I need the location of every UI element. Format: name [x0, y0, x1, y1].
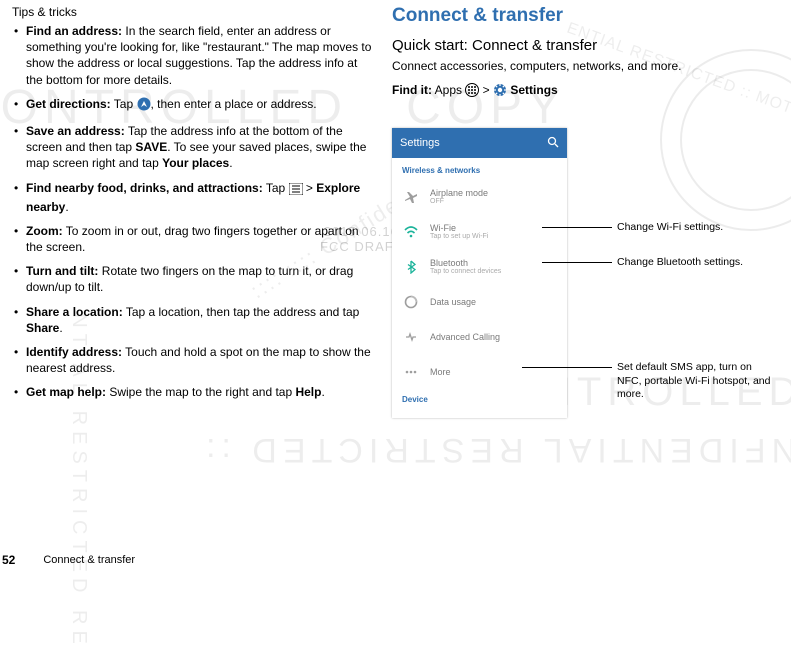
tip-bold: Help	[295, 385, 321, 399]
tip-text: Tap a location, then tap the address and…	[123, 305, 360, 319]
search-icon[interactable]	[547, 136, 559, 151]
list-item: Get directions: Tap , then enter a place…	[12, 96, 376, 115]
row-title: Data usage	[430, 297, 476, 307]
advanced-calling-icon	[402, 328, 420, 346]
row-sub: OFF	[430, 198, 488, 205]
tip-label: Identify address:	[26, 345, 122, 359]
menu-icon	[289, 183, 303, 199]
list-item: Find nearby food, drinks, and attraction…	[12, 180, 376, 215]
row-title: Bluetooth	[430, 258, 501, 268]
list-item: Identify address: Touch and hold a spot …	[12, 344, 376, 376]
tip-label: Find an address:	[26, 24, 122, 38]
tip-label: Share a location:	[26, 305, 123, 319]
page-subtitle: Quick start: Connect & transfer	[392, 37, 787, 54]
airplane-icon	[402, 188, 420, 206]
tip-label: Save an address:	[26, 124, 125, 138]
apps-icon	[465, 83, 479, 100]
list-item: Find an address: In the search field, en…	[12, 23, 376, 88]
tip-bold: Share	[26, 321, 59, 335]
row-sub: Tap to set up Wi-Fi	[430, 233, 488, 240]
callout-wifi: Change Wi-Fi settings.	[617, 221, 723, 235]
tip-text: To zoom in or out, drag two fingers toge…	[26, 224, 359, 254]
tips-list: Find an address: In the search field, en…	[12, 23, 376, 401]
page-footer: 52 Connect & transfer	[0, 553, 791, 567]
tip-bold: Your places	[162, 156, 229, 170]
phone-row-data[interactable]: Data usage	[392, 284, 567, 319]
directions-icon	[137, 97, 151, 115]
row-title: Wi-Fie	[430, 223, 488, 233]
phone-row-bluetooth[interactable]: BluetoothTap to connect devices	[392, 249, 567, 284]
row-title: Airplane mode	[430, 188, 488, 198]
bluetooth-icon	[402, 258, 420, 276]
callout-bluetooth: Change Bluetooth settings.	[617, 256, 743, 270]
list-item: Turn and tilt: Rotate two fingers on the…	[12, 263, 376, 295]
tip-label: Turn and tilt:	[26, 264, 98, 278]
tip-text: >	[303, 181, 317, 195]
tip-text: .	[321, 385, 324, 399]
list-item: Zoom: To zoom in or out, drag two finger…	[12, 223, 376, 255]
tip-text: .	[65, 200, 68, 214]
page-number: 52	[2, 553, 15, 567]
phone-mock: Settings Wireless & networks Airplane mo…	[392, 128, 567, 418]
find-it-line: Find it: Apps > Settings	[392, 83, 787, 100]
tip-label: Get map help:	[26, 385, 106, 399]
more-icon	[402, 363, 420, 381]
list-item: Save an address: Tap the address info at…	[12, 123, 376, 172]
list-item: Get map help: Swipe the map to the right…	[12, 384, 376, 400]
tip-bold: SAVE	[135, 140, 167, 154]
phone-row-wifi[interactable]: Wi-FieTap to set up Wi-Fi	[392, 214, 567, 249]
phone-device-head: Device	[392, 389, 567, 404]
find-it-text: Apps	[432, 83, 465, 97]
footer-section: Connect & transfer	[43, 554, 135, 566]
tip-text: Tap	[263, 181, 289, 195]
data-usage-icon	[402, 293, 420, 311]
find-it-arrow: >	[479, 83, 493, 97]
page-title: Connect & transfer	[392, 5, 787, 27]
tip-text: .	[229, 156, 232, 170]
phone-section-head: Wireless & networks	[392, 158, 567, 179]
row-sub: Tap to connect devices	[430, 268, 501, 275]
row-title: Advanced Calling	[430, 332, 500, 342]
tip-text: , then enter a place or address.	[151, 97, 317, 111]
phone-title: Settings	[400, 137, 440, 149]
tips-heading: Tips & tricks	[12, 5, 376, 19]
tip-label: Get directions:	[26, 97, 111, 111]
settings-icon	[493, 83, 507, 100]
tip-text: Swipe the map to the right and tap	[106, 385, 295, 399]
intro-text: Connect accessories, computers, networks…	[392, 58, 787, 75]
tip-text: Tap	[111, 97, 137, 111]
phone-row-advanced[interactable]: Advanced Calling	[392, 319, 567, 354]
wifi-icon	[402, 223, 420, 241]
phone-row-more[interactable]: More	[392, 354, 567, 389]
phone-row-airplane[interactable]: Airplane modeOFF	[392, 179, 567, 214]
callout-more: Set default SMS app, turn on NFC, portab…	[617, 361, 777, 402]
tip-label: Zoom:	[26, 224, 63, 238]
row-title: More	[430, 367, 451, 377]
find-it-label: Find it:	[392, 83, 432, 97]
find-it-bold: Settings	[507, 83, 558, 97]
tip-label: Find nearby food, drinks, and attraction…	[26, 181, 263, 195]
tip-text: .	[59, 321, 62, 335]
list-item: Share a location: Tap a location, then t…	[12, 304, 376, 336]
